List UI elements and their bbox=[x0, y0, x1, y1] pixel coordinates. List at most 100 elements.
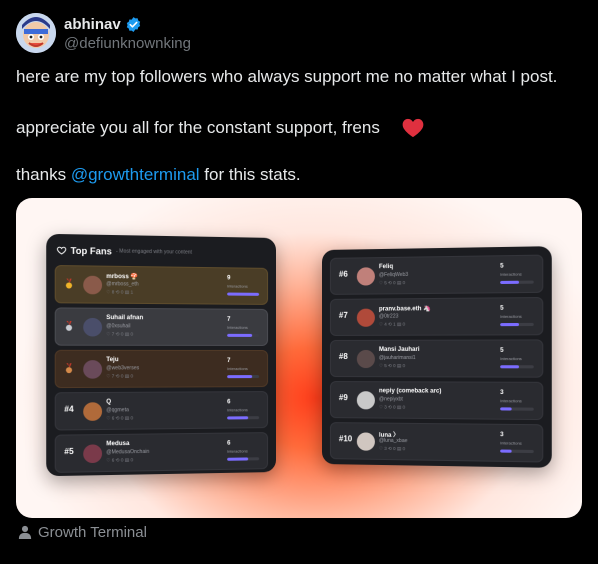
fan-handle: @nepiyxbt bbox=[378, 396, 403, 403]
interactions-label: Interactions bbox=[500, 271, 522, 277]
fan-stats: ♡ 7 ⟲ 0 ▤ 0 bbox=[106, 331, 134, 337]
fan-avatar[interactable] bbox=[356, 267, 375, 286]
fan-row[interactable]: #6 Feliq @FeliqWeb3 ♡ 5 ⟲ 0 ▤ 0 5 Interaction… bbox=[329, 254, 544, 295]
mention-link[interactable]: @growthterminal bbox=[71, 165, 200, 184]
tweet-text-prefix: thanks bbox=[16, 165, 71, 184]
top-fans-card-right: #6 Feliq @FeliqWeb3 ♡ 5 ⟲ 0 ▤ 0 5 Interaction… bbox=[322, 246, 552, 468]
fan-avatar[interactable] bbox=[356, 391, 375, 410]
fan-handle: @0tr223 bbox=[378, 313, 399, 320]
interaction-bar-fill bbox=[227, 333, 253, 337]
rank-number: #7 bbox=[338, 310, 348, 320]
fan-row[interactable]: Suhail afnan @0xsuhail ♡ 7 ⟲ 0 ▤ 0 7 Interac… bbox=[54, 307, 269, 346]
rank-number: #5 bbox=[64, 446, 74, 457]
fan-stats: ♡ 5 ⟲ 0 ▤ 0 bbox=[378, 363, 406, 369]
interaction-count: 7 bbox=[227, 358, 231, 365]
fan-row[interactable]: #5 Medusa @MedusaOnchain ♡ 6 ⟲ 0 ▤ 0 6 Intera… bbox=[54, 432, 269, 473]
fan-handle: @0xsuhail bbox=[106, 323, 131, 330]
interaction-bar-fill bbox=[500, 365, 519, 369]
author-handle[interactable]: @defiunknownking bbox=[64, 35, 191, 52]
fan-name[interactable]: Q bbox=[106, 399, 111, 405]
top-fans-card-left: Top Fans - Most engaged with your conten… bbox=[46, 233, 277, 477]
interaction-bar-fill bbox=[227, 416, 249, 420]
fan-row[interactable]: mrboss 🍄 @mrboss_eth ♡ 8 ⟲ 0 ▤ 1 9 Interacti… bbox=[54, 264, 269, 305]
fan-name[interactable]: mrboss 🍄 bbox=[106, 273, 138, 281]
interaction-bar bbox=[227, 416, 260, 420]
rank-number: #4 bbox=[64, 404, 74, 414]
fan-stats: ♡ 6 ⟲ 0 ▤ 0 bbox=[106, 415, 134, 421]
fan-handle: @web3verses bbox=[106, 365, 140, 372]
bronze-medal-icon bbox=[65, 363, 73, 374]
interaction-count: 5 bbox=[500, 305, 504, 312]
interactions-label: Interactions bbox=[227, 366, 248, 372]
interaction-count: 5 bbox=[500, 347, 504, 354]
fan-avatar[interactable] bbox=[356, 349, 375, 369]
interactions-label: Interactions bbox=[500, 313, 522, 319]
gold-medal-icon bbox=[65, 278, 73, 289]
interaction-count: 5 bbox=[500, 263, 504, 270]
interaction-bar-fill bbox=[227, 375, 253, 379]
interaction-bar bbox=[500, 449, 534, 454]
rank-number: #9 bbox=[338, 393, 348, 403]
tweet-text-line-3: thanks @growthterminal for this stats. bbox=[16, 164, 301, 186]
interaction-bar bbox=[227, 457, 260, 461]
interaction-bar-fill bbox=[500, 449, 512, 453]
fan-handle: @qgmeta bbox=[106, 407, 129, 414]
author-name[interactable]: abhinav bbox=[64, 16, 121, 33]
fan-name[interactable]: Feliq bbox=[379, 264, 393, 270]
interaction-bar-fill bbox=[500, 322, 519, 327]
fan-avatar[interactable] bbox=[83, 402, 103, 421]
fan-name[interactable]: Mansi Jauhari bbox=[379, 347, 420, 353]
interactions-label: Interactions bbox=[227, 283, 248, 289]
interaction-bar bbox=[500, 407, 534, 411]
fan-row[interactable]: #4 Q @qgmeta ♡ 6 ⟲ 0 ▤ 0 6 Interactions bbox=[54, 391, 269, 431]
interaction-bar bbox=[500, 280, 534, 285]
tweet-text-suffix: for this stats. bbox=[199, 165, 301, 184]
interaction-bar-fill bbox=[227, 457, 249, 461]
media-attribution[interactable]: Growth Terminal bbox=[18, 522, 147, 542]
fan-name[interactable]: Medusa bbox=[106, 441, 129, 447]
fan-avatar[interactable] bbox=[356, 308, 375, 327]
red-heart-emoji-icon bbox=[402, 118, 424, 138]
verified-badge-icon bbox=[126, 16, 140, 32]
tweet-media-image[interactable]: Top Fans - Most engaged with your conten… bbox=[16, 198, 582, 518]
interaction-bar-fill bbox=[227, 292, 260, 296]
tweet-text-line-1: here are my top followers who always sup… bbox=[16, 67, 558, 86]
heart-outline-icon bbox=[57, 246, 67, 254]
fan-name[interactable]: Teju bbox=[106, 357, 118, 363]
fan-avatar[interactable] bbox=[83, 275, 103, 295]
fan-avatar[interactable] bbox=[356, 432, 375, 451]
fan-stats: ♡ 4 ⟲ 1 ▤ 0 bbox=[378, 321, 406, 327]
author-avatar[interactable] bbox=[16, 13, 56, 53]
fan-avatar[interactable] bbox=[83, 317, 103, 337]
fan-stats: ♡ 6 ⟲ 0 ▤ 0 bbox=[106, 457, 134, 463]
fan-row[interactable]: #8 Mansi Jauhari @jauharimansi1 ♡ 5 ⟲ 0 ▤ 0… bbox=[329, 339, 544, 378]
fan-row[interactable]: #7 pranv.base.eth 🦄 @0tr223 ♡ 4 ⟲ 1 ▤ 0 5 Int… bbox=[329, 296, 544, 336]
tweet-text-line-2: appreciate you all for the constant supp… bbox=[16, 118, 380, 137]
fan-stats: ♡ 8 ⟲ 0 ▤ 1 bbox=[106, 289, 134, 295]
fan-stats: ♡ 3 ⟲ 0 ▤ 0 bbox=[378, 445, 406, 452]
tweet-header: abhinav @defiunknownking bbox=[16, 10, 191, 56]
fan-row[interactable]: #10 luna 〉 @luna_xbae ♡ 3 ⟲ 0 ▤ 0 3 Interacti… bbox=[329, 422, 544, 463]
fan-handle: @MedusaOnchain bbox=[106, 448, 150, 456]
interaction-count: 3 bbox=[500, 389, 504, 397]
fan-name[interactable]: pranv.base.eth 🦄 bbox=[379, 305, 431, 312]
interaction-bar bbox=[227, 333, 260, 337]
fan-avatar[interactable] bbox=[83, 360, 103, 379]
rank-number: #8 bbox=[338, 351, 348, 362]
interaction-bar bbox=[500, 365, 534, 369]
fan-name[interactable]: Suhail afnan bbox=[106, 315, 143, 321]
fan-handle: @FeliqWeb3 bbox=[378, 271, 409, 279]
fan-stats: ♡ 5 ⟲ 0 ▤ 0 bbox=[378, 280, 406, 286]
fan-name[interactable]: nepiy (comeback arc) bbox=[379, 388, 441, 394]
rank-number: #6 bbox=[338, 269, 348, 279]
interactions-label: Interactions bbox=[500, 398, 522, 404]
interaction-bar bbox=[227, 375, 260, 379]
fan-row[interactable]: #9 nepiy (comeback arc) @nepiyxbt ♡ 3 ⟲ 0 ▤… bbox=[329, 381, 544, 421]
fan-handle: @luna_xbae bbox=[378, 437, 408, 445]
fan-avatar[interactable] bbox=[83, 444, 103, 464]
card-subtitle: - Most engaged with your content bbox=[115, 248, 193, 256]
interaction-count: 6 bbox=[227, 399, 231, 406]
interaction-count: 6 bbox=[227, 440, 231, 447]
silver-medal-icon bbox=[65, 320, 73, 331]
fan-row[interactable]: Teju @web3verses ♡ 7 ⟲ 0 ▤ 0 7 Interactions bbox=[54, 349, 269, 389]
